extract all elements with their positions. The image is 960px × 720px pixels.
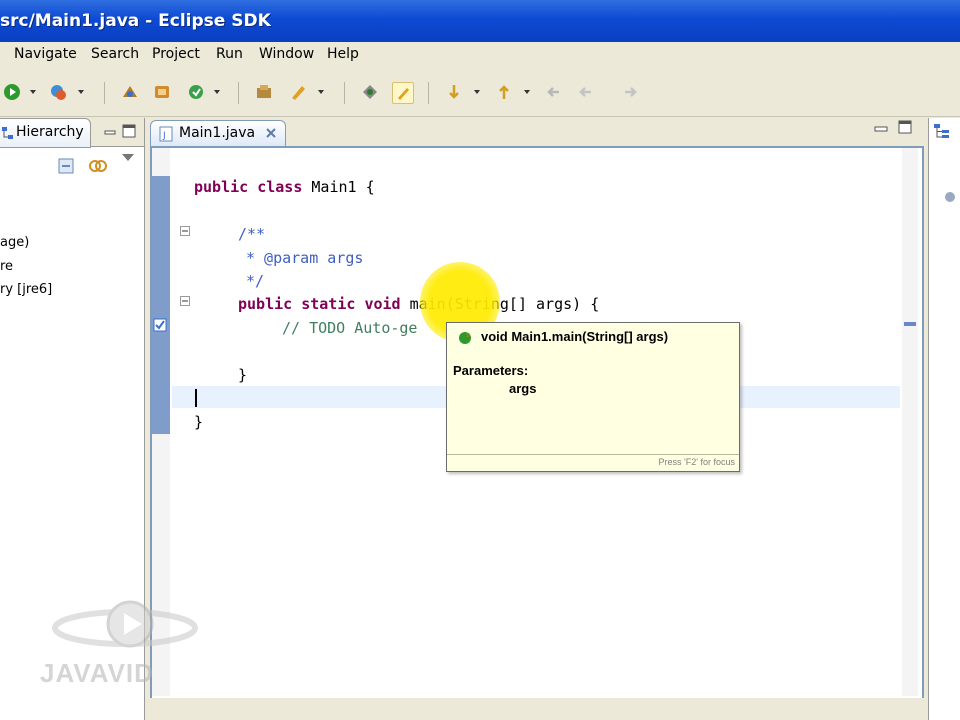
code-keyword: void bbox=[364, 295, 401, 313]
editor-maximize-icon[interactable] bbox=[898, 120, 912, 134]
previous-annotation-icon[interactable] bbox=[494, 82, 514, 102]
menu-run[interactable]: Run bbox=[216, 46, 243, 62]
pen-icon[interactable] bbox=[288, 82, 308, 102]
fold-icon[interactable] bbox=[180, 226, 190, 236]
outline-view bbox=[928, 118, 960, 720]
menu-window[interactable]: Window bbox=[259, 46, 314, 62]
fold-icon[interactable] bbox=[180, 296, 190, 306]
tab-hierarchy[interactable]: Hierarchy bbox=[0, 118, 91, 148]
hierarchy-tab-bar: Hierarchy bbox=[0, 118, 144, 148]
next-annotation-dropdown-icon[interactable] bbox=[474, 90, 480, 94]
maximize-icon[interactable] bbox=[122, 124, 136, 138]
close-icon[interactable] bbox=[265, 127, 277, 139]
code-line: public static void main(String[] args) { bbox=[238, 295, 599, 313]
open-type-dropdown-icon[interactable] bbox=[214, 90, 220, 94]
toolbar-separator bbox=[344, 82, 345, 104]
code-javadoc: */ bbox=[246, 272, 265, 290]
code-keyword: class bbox=[257, 178, 303, 196]
outline-item-icon[interactable] bbox=[943, 190, 957, 204]
menu-help[interactable]: Help bbox=[327, 46, 359, 62]
toolbar-separator bbox=[428, 82, 429, 104]
open-type-icon[interactable] bbox=[186, 82, 206, 102]
next-annotation-icon[interactable] bbox=[444, 82, 464, 102]
hover-focus-hint: Press 'F2' for focus bbox=[658, 457, 735, 467]
code-comment: // TODO Auto-ge bbox=[282, 319, 418, 337]
toolbar bbox=[0, 68, 960, 117]
javadoc-hover-popup[interactable]: s void Main1.main(String[] args) Paramet… bbox=[446, 322, 740, 472]
task-marker-icon[interactable] bbox=[153, 318, 167, 332]
toggle-highlight-icon[interactable] bbox=[392, 82, 414, 104]
play-logo-icon bbox=[52, 600, 198, 648]
code-javadoc: /** bbox=[238, 225, 266, 243]
code-keyword: public bbox=[194, 178, 249, 196]
hover-parameters-label: Parameters: bbox=[453, 363, 529, 378]
minimize-icon[interactable] bbox=[104, 126, 116, 138]
outline-icon[interactable] bbox=[933, 122, 951, 140]
forward-icon[interactable] bbox=[620, 82, 640, 102]
code-keyword: public bbox=[238, 295, 293, 313]
svg-text:s: s bbox=[466, 331, 470, 339]
run-dropdown-icon[interactable] bbox=[30, 90, 36, 94]
tree-item[interactable]: ry [jre6] bbox=[0, 282, 52, 297]
window-title: src/Main1.java - Eclipse SDK bbox=[0, 11, 271, 31]
view-menu-icon[interactable] bbox=[122, 154, 134, 161]
run-icon[interactable] bbox=[2, 82, 22, 102]
debug-icon[interactable] bbox=[48, 82, 68, 102]
hierarchy-tab-label: Hierarchy bbox=[16, 124, 84, 140]
bottom-view-tabs bbox=[146, 698, 928, 720]
overview-marker[interactable] bbox=[904, 322, 916, 326]
public-method-icon: s bbox=[459, 331, 471, 344]
new-java-package-icon[interactable] bbox=[120, 82, 140, 102]
tab-main1-java[interactable]: J Main1.java bbox=[150, 120, 286, 147]
toolbar-separator bbox=[104, 82, 105, 104]
tree-item[interactable]: age) bbox=[0, 235, 29, 250]
menu-navigate[interactable]: Navigate bbox=[14, 46, 77, 62]
new-java-class-icon[interactable] bbox=[152, 82, 172, 102]
text-caret bbox=[195, 389, 197, 407]
svg-text:J: J bbox=[162, 131, 166, 141]
code-text: Main1 { bbox=[311, 178, 375, 196]
code-line: public class Main1 { bbox=[194, 178, 375, 196]
tree-item[interactable]: re bbox=[0, 259, 13, 274]
hover-status-bar: Press 'F2' for focus bbox=[447, 454, 739, 472]
search-icon[interactable] bbox=[254, 82, 274, 102]
watermark-logo: JAVAVID bbox=[40, 598, 230, 690]
overview-ruler[interactable] bbox=[902, 148, 918, 696]
title-bar: src/Main1.java - Eclipse SDK bbox=[0, 0, 960, 42]
back-icon[interactable] bbox=[544, 82, 564, 102]
menu-project[interactable]: Project bbox=[152, 46, 200, 62]
toolbar-separator bbox=[238, 82, 239, 104]
watermark-text: JAVAVID bbox=[40, 658, 154, 688]
menu-search[interactable]: Search bbox=[91, 46, 139, 62]
last-edit-icon[interactable] bbox=[576, 82, 596, 102]
editor-tab-label: Main1.java bbox=[179, 125, 256, 141]
code-line: } bbox=[194, 413, 204, 431]
collapse-all-icon[interactable] bbox=[58, 158, 74, 174]
previous-annotation-dropdown-icon[interactable] bbox=[524, 90, 530, 94]
code-keyword: static bbox=[301, 295, 356, 313]
hierarchy-icon bbox=[2, 127, 13, 139]
toggle-mark-occurrences-icon[interactable] bbox=[360, 82, 380, 102]
quick-diff-bar bbox=[152, 176, 170, 434]
pen-dropdown-icon[interactable] bbox=[318, 90, 324, 94]
menu-bar: Navigate Search Project Run Window Help bbox=[0, 42, 960, 68]
code-javadoc: * @param args bbox=[246, 249, 364, 267]
java-file-icon: J bbox=[159, 126, 173, 142]
editor-minimize-icon[interactable] bbox=[874, 124, 888, 134]
debug-dropdown-icon[interactable] bbox=[78, 90, 84, 94]
link-with-editor-icon[interactable] bbox=[88, 156, 108, 176]
code-line: } bbox=[238, 366, 248, 384]
hover-signature: void Main1.main(String[] args) bbox=[481, 329, 669, 344]
hover-parameter-name: args bbox=[509, 381, 537, 396]
